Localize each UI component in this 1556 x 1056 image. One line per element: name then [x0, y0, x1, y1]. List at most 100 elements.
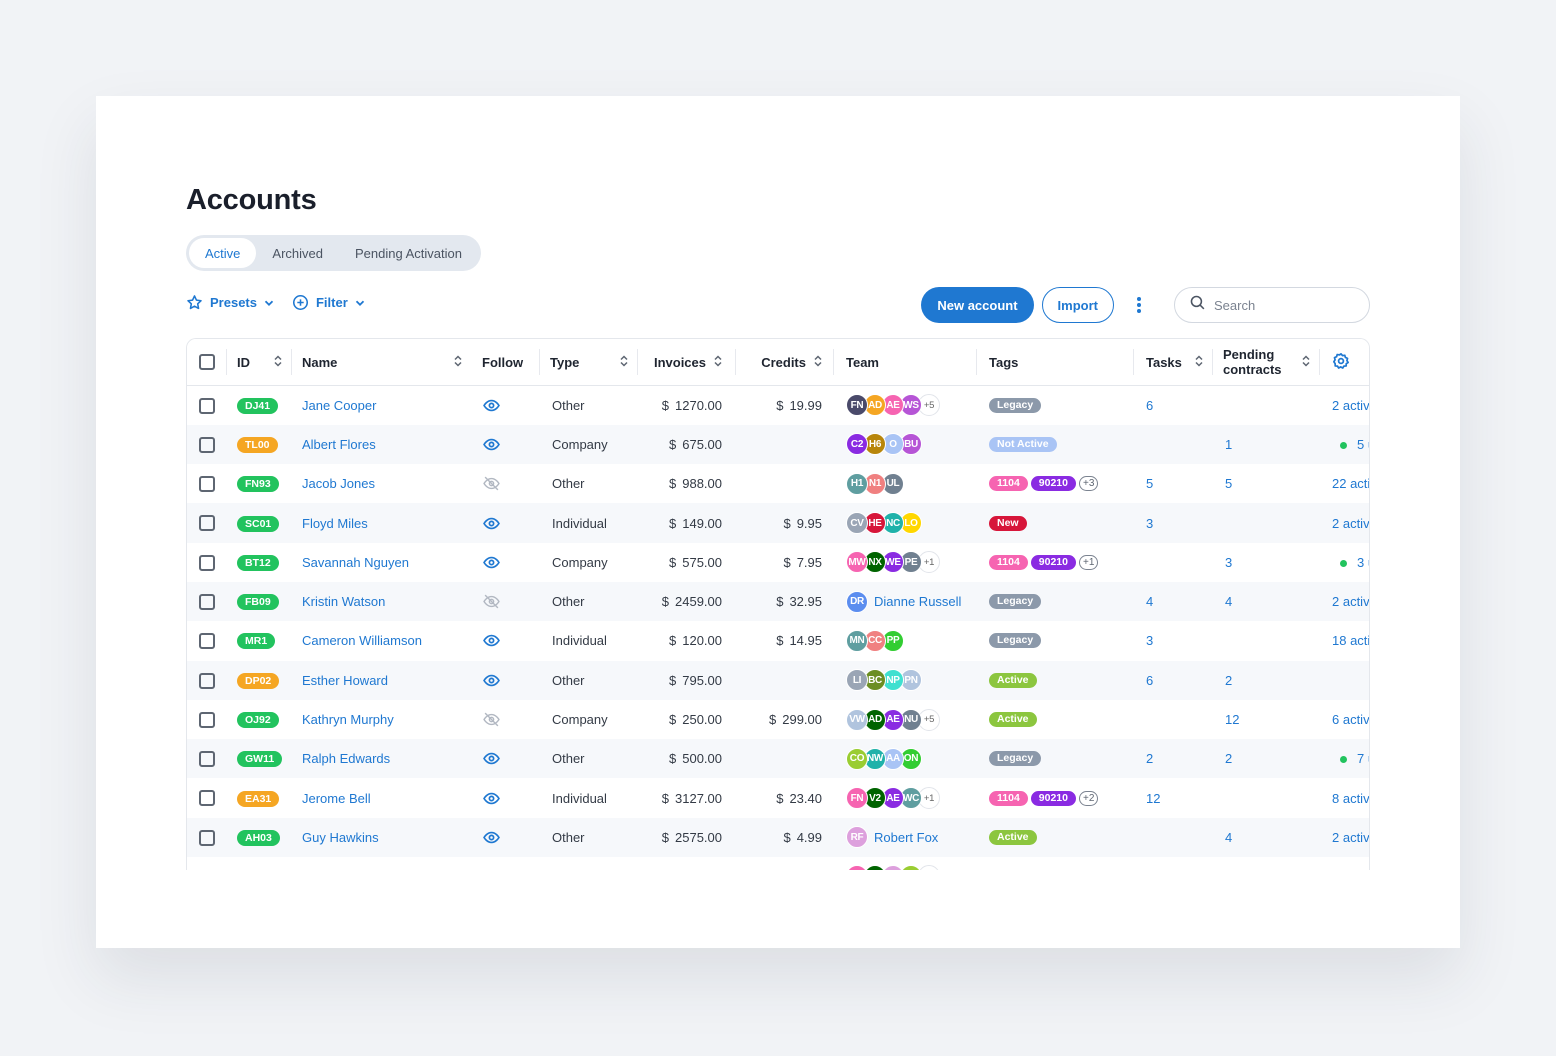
tab-pending-activation[interactable]: Pending Activation: [339, 238, 478, 268]
filter-button[interactable]: Filter: [292, 294, 365, 311]
tasks-count[interactable]: [1134, 437, 1146, 452]
sort-icon[interactable]: [274, 354, 282, 370]
pending-contracts-count[interactable]: 2: [1213, 751, 1232, 766]
activity-link[interactable]: 3 u: [1320, 555, 1369, 570]
team-member-avatar[interactable]: FN: [846, 394, 868, 417]
row-checkbox[interactable]: [199, 436, 215, 453]
table-row[interactable]: BT12 Savannah Nguyen Company $575.00 $7.…: [187, 543, 1369, 582]
account-name-link[interactable]: Jerome Bell: [302, 791, 371, 806]
account-name-link[interactable]: Esther Howard: [302, 673, 388, 688]
tasks-count[interactable]: 12: [1134, 791, 1160, 806]
activity-link[interactable]: 5 u: [1320, 437, 1369, 452]
row-checkbox[interactable]: [199, 829, 215, 846]
row-checkbox[interactable]: [199, 476, 215, 493]
team-member-avatar[interactable]: CV: [846, 512, 868, 535]
tasks-count[interactable]: 6: [1134, 398, 1153, 413]
import-button[interactable]: Import: [1041, 287, 1114, 323]
account-name-link[interactable]: Cameron Williamson: [302, 633, 422, 648]
eye-icon[interactable]: [472, 829, 540, 846]
team-member-avatar[interactable]: H1: [846, 472, 868, 495]
team-member-avatar[interactable]: MW: [846, 551, 868, 574]
column-settings-gear-icon[interactable]: [1332, 352, 1350, 373]
account-name-link[interactable]: Jacob Jones: [302, 476, 375, 491]
activity-link[interactable]: 22 acti: [1320, 476, 1369, 491]
pending-contracts-count[interactable]: 1: [1213, 437, 1232, 452]
pending-contracts-count[interactable]: [1213, 516, 1225, 531]
account-name-link[interactable]: Floyd Miles: [302, 516, 368, 531]
eye-icon[interactable]: [472, 397, 540, 414]
row-checkbox[interactable]: [199, 554, 215, 571]
activity-link[interactable]: 18 acti: [1320, 633, 1369, 648]
eye-icon[interactable]: [472, 632, 540, 649]
sort-icon[interactable]: [714, 354, 722, 370]
pending-contracts-count[interactable]: [1213, 633, 1225, 648]
row-checkbox[interactable]: [199, 593, 215, 610]
activity-link[interactable]: 2 activ: [1320, 830, 1369, 845]
column-header-name[interactable]: Name: [292, 339, 472, 385]
new-account-button[interactable]: New account: [921, 287, 1034, 323]
row-checkbox[interactable]: [199, 515, 215, 532]
column-header-invoices[interactable]: Invoices: [638, 339, 736, 385]
team-member-avatar[interactable]: CO: [846, 747, 868, 770]
account-name-link[interactable]: Albert Flores: [302, 437, 376, 452]
team-member-name[interactable]: Robert Fox: [874, 830, 938, 845]
eye-icon[interactable]: [472, 436, 540, 453]
activity-link[interactable]: 2 activ: [1320, 516, 1369, 531]
tab-archived[interactable]: Archived: [256, 238, 339, 268]
activity-link[interactable]: 7 u: [1320, 751, 1369, 766]
account-name-link[interactable]: Guy Hawkins: [302, 830, 379, 845]
column-header-credits[interactable]: Credits: [736, 339, 834, 385]
account-name-link[interactable]: Kristin Watson: [302, 594, 385, 609]
column-header-id[interactable]: ID: [227, 339, 292, 385]
sort-icon[interactable]: [454, 354, 462, 370]
eye-off-icon[interactable]: [472, 593, 540, 610]
tasks-count[interactable]: 3: [1134, 516, 1153, 531]
pending-contracts-count[interactable]: 4: [1213, 830, 1232, 845]
team-member-avatar[interactable]: MN: [846, 629, 868, 652]
eye-icon[interactable]: [472, 750, 540, 767]
column-header-pending-contracts[interactable]: Pending contracts: [1213, 339, 1320, 385]
team-member-avatar[interactable]: FN: [846, 787, 868, 810]
pending-contracts-count[interactable]: 5: [1213, 476, 1232, 491]
more-options-icon[interactable]: [1122, 287, 1156, 323]
row-checkbox[interactable]: [199, 751, 215, 768]
table-row[interactable]: TL00 Albert Flores Company $675.00 C2 H6 O…: [187, 424, 1369, 465]
table-row[interactable]: OJ92 Kathryn Murphy Company $250.00 $299…: [187, 700, 1369, 739]
table-row[interactable]: FB09 Kristin Watson Other $2459.00 $32.9…: [187, 581, 1369, 622]
team-member-avatar[interactable]: DR: [846, 590, 868, 613]
presets-button[interactable]: Presets: [186, 294, 274, 311]
team-member-name[interactable]: Dianne Russell: [874, 594, 961, 609]
eye-off-icon[interactable]: [472, 711, 540, 728]
pending-contracts-count[interactable]: 3: [1213, 555, 1232, 570]
select-all-checkbox[interactable]: [199, 354, 215, 370]
table-row[interactable]: EA31 Jerome Bell Individual $3127.00 $23…: [187, 778, 1369, 817]
activity-link[interactable]: 2 activ: [1320, 594, 1369, 609]
activity-link[interactable]: [1320, 673, 1332, 688]
tasks-count[interactable]: 6: [1134, 673, 1153, 688]
activity-link[interactable]: 6 activ: [1320, 712, 1369, 727]
row-checkbox[interactable]: [199, 790, 215, 807]
tags-more-count[interactable]: +3: [1078, 476, 1099, 492]
account-name-link[interactable]: Kathryn Murphy: [302, 712, 394, 727]
row-checkbox[interactable]: [199, 672, 215, 689]
tasks-count[interactable]: 3: [1134, 633, 1153, 648]
team-member-avatar[interactable]: LI: [846, 669, 868, 692]
column-header-type[interactable]: Type: [540, 339, 638, 385]
tags-more-count[interactable]: +1: [1078, 554, 1099, 570]
sort-icon[interactable]: [620, 354, 628, 370]
activity-link[interactable]: 8 activ: [1320, 791, 1369, 806]
tags-more-count[interactable]: +2: [1078, 790, 1099, 806]
account-name-link[interactable]: Jane Cooper: [302, 398, 376, 413]
activity-link[interactable]: 2 activ: [1320, 398, 1369, 413]
table-row[interactable]: FN93 Jacob Jones Other $988.00 H1 N1 UL 11…: [187, 464, 1369, 503]
tasks-count[interactable]: [1134, 555, 1146, 570]
pending-contracts-count[interactable]: [1213, 791, 1225, 806]
pending-contracts-count[interactable]: 12: [1213, 712, 1239, 727]
eye-icon[interactable]: [472, 554, 540, 571]
sort-icon[interactable]: [1302, 354, 1310, 370]
pending-contracts-count[interactable]: 2: [1213, 673, 1232, 688]
team-member-avatar[interactable]: C2: [846, 433, 868, 456]
eye-off-icon[interactable]: [472, 475, 540, 492]
team-member-avatar[interactable]: VW: [846, 708, 868, 731]
tasks-count[interactable]: 4: [1134, 594, 1153, 609]
